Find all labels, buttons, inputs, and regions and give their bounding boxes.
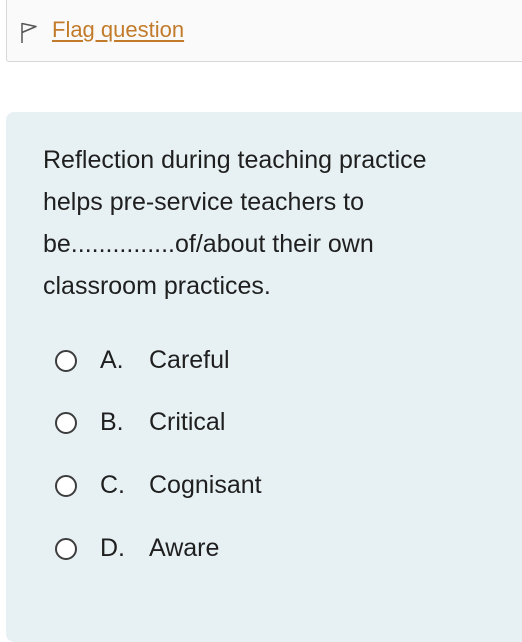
flag-question-link[interactable]: Flag question — [52, 17, 184, 43]
radio-button-a[interactable] — [55, 350, 77, 372]
option-b[interactable]: B. Critical — [55, 404, 475, 440]
option-c[interactable]: C. Cognisant — [55, 467, 475, 503]
option-letter: B. — [100, 408, 124, 436]
radio-button-b[interactable] — [55, 412, 77, 434]
option-a[interactable]: A. Careful — [55, 342, 475, 378]
radio-button-c[interactable] — [55, 475, 77, 497]
flag-icon[interactable] — [20, 22, 38, 44]
option-letter: D. — [100, 534, 125, 562]
option-letter: A. — [100, 346, 124, 374]
radio-button-d[interactable] — [55, 538, 77, 560]
option-label: Careful — [149, 346, 230, 374]
option-label: Aware — [149, 534, 220, 562]
flag-question-bar: Flag question — [6, 0, 522, 62]
option-label: Cognisant — [149, 471, 262, 499]
question-card: Reflection during teaching practice help… — [6, 112, 522, 642]
option-d[interactable]: D. Aware — [55, 530, 475, 566]
option-label: Critical — [149, 408, 226, 436]
option-letter: C. — [100, 471, 125, 499]
question-text: Reflection during teaching practice help… — [43, 146, 427, 300]
